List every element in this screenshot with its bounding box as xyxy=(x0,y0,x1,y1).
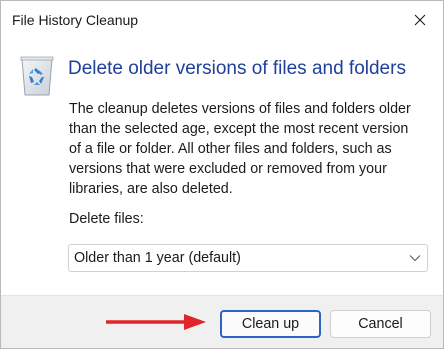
description-text: The cleanup deletes versions of files an… xyxy=(69,99,431,199)
delete-files-selected-value: Older than 1 year (default) xyxy=(74,250,241,266)
dialog-heading: Delete older versions of files and folde… xyxy=(68,58,406,79)
close-button[interactable] xyxy=(397,1,443,39)
description-line: The cleanup deletes versions of files an… xyxy=(69,101,411,117)
title-bar: File History Cleanup xyxy=(1,1,443,39)
dialog-window: File History Cleanup Delete older versio… xyxy=(0,0,444,349)
description-line: than the selected age, except the most r… xyxy=(69,121,409,137)
window-title: File History Cleanup xyxy=(12,12,139,28)
description-line: of a file or folder. All other files and… xyxy=(69,141,392,157)
delete-files-label: Delete files: xyxy=(69,211,144,227)
dialog-content: Delete older versions of files and folde… xyxy=(1,39,443,295)
description-line: libraries, are also deleted. xyxy=(69,181,233,197)
recycle-bin-icon xyxy=(20,56,54,96)
red-arrow-annotation xyxy=(106,314,206,330)
close-icon xyxy=(414,14,426,26)
clean-up-button[interactable]: Clean up xyxy=(220,310,321,338)
delete-files-dropdown[interactable]: Older than 1 year (default) xyxy=(68,244,428,272)
description-line: versions that were excluded or removed f… xyxy=(69,161,387,177)
chevron-down-icon xyxy=(409,255,421,262)
dialog-footer: Clean up Cancel xyxy=(1,295,443,348)
cancel-button[interactable]: Cancel xyxy=(330,310,431,338)
